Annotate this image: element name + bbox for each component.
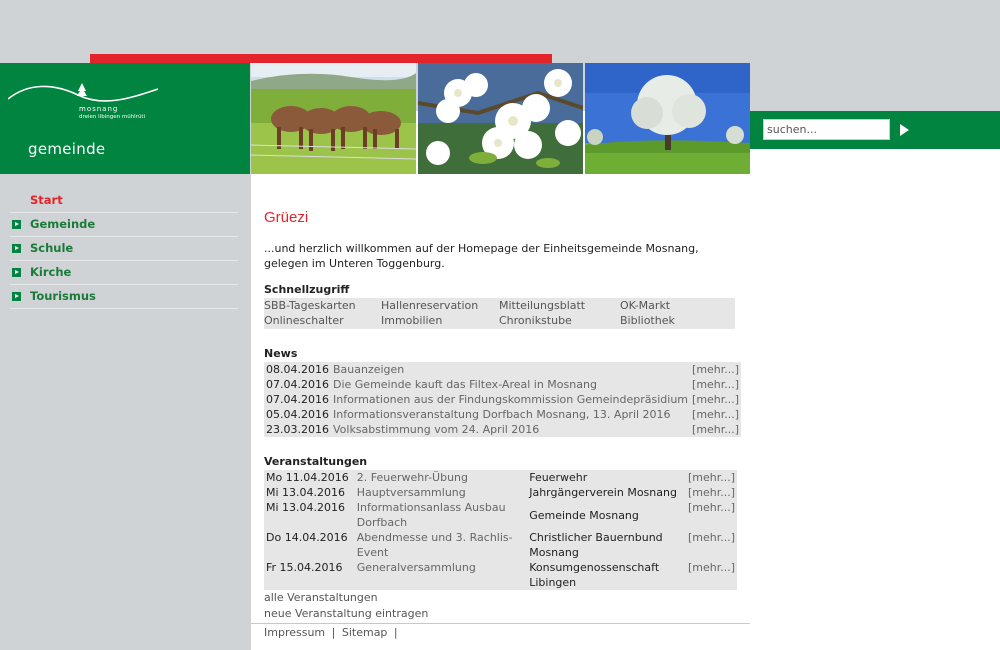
logo-tagline: dreien libingen mühlrüti — [79, 114, 146, 120]
table-row: Do 14.04.2016 Abendmesse und 3. Rachlis-… — [264, 530, 737, 560]
news-date: 07.04.2016 — [266, 393, 329, 406]
intro-line: ...und herzlich willkommen auf der Homep… — [264, 242, 699, 255]
news-title-link[interactable]: Bauanzeigen — [331, 362, 690, 377]
more-link[interactable]: [mehr...] — [690, 362, 741, 377]
impressum-link[interactable]: Impressum — [264, 626, 325, 639]
event-date: Mi 13.04.2016 — [266, 486, 346, 499]
quick-link-hallenreservation[interactable]: Hallenreservation — [381, 298, 478, 313]
quick-link-chronikstube[interactable]: Chronikstube — [499, 313, 572, 328]
more-link[interactable]: [mehr...] — [686, 470, 737, 485]
sidebar-item-label: Kirche — [30, 265, 72, 279]
quick-link-sbb[interactable]: SBB-Tageskarten — [264, 298, 356, 313]
add-event-link[interactable]: neue Veranstaltung eintragen — [264, 606, 737, 622]
news-title-link[interactable]: Die Gemeinde kauft das Filtex-Areal in M… — [331, 377, 690, 392]
more-link[interactable]: [mehr...] — [686, 485, 737, 500]
cows-photo — [251, 63, 416, 174]
more-link[interactable]: [mehr...] — [690, 377, 741, 392]
news-table: 08.04.2016 Bauanzeigen [mehr...] 07.04.2… — [264, 362, 742, 437]
search-input[interactable] — [763, 119, 890, 140]
event-organizer: Gemeinde Mosnang — [529, 508, 639, 522]
sidebar-item-kirche[interactable]: Kirche — [10, 261, 238, 285]
event-date: Do 14.04.2016 — [266, 531, 348, 544]
news-date: 07.04.2016 — [266, 378, 329, 391]
logo-wordmark: gemeinde — [28, 140, 106, 158]
more-link[interactable]: [mehr...] — [690, 392, 741, 407]
news-title-link[interactable]: Informationsveranstaltung Dorfbach Mosna… — [331, 407, 690, 422]
search-bar — [750, 111, 1000, 149]
main-content: Grüezi ...und herzlich willkommen auf de… — [264, 209, 742, 622]
news-date: 05.04.2016 — [266, 408, 329, 421]
sidebar-item-label: Gemeinde — [30, 217, 96, 231]
event-title-link[interactable]: 2. Feuerwehr-Übung — [355, 470, 527, 485]
event-organizer: Konsumgenossenschaft Libingen — [529, 561, 660, 589]
footer-separator: | — [331, 626, 336, 639]
red-accent-bar — [90, 54, 552, 63]
event-title-link[interactable]: Hauptversammlung — [355, 485, 527, 500]
sidebar-item-gemeinde[interactable]: Gemeinde — [10, 213, 238, 237]
table-row: Fr 15.04.2016 Generalversammlung Konsumg… — [264, 560, 737, 590]
blossom-photo — [418, 63, 583, 174]
event-date: Fr 15.04.2016 — [266, 561, 343, 574]
quick-access-grid: SBB-Tageskarten Hallenreservation Mittei… — [264, 298, 735, 329]
intro-line: gelegen im Unteren Toggenburg. — [264, 257, 445, 270]
arrow-right-icon — [12, 244, 21, 253]
sidebar-nav: Start Gemeinde Schule Kirche Tourismus — [10, 189, 238, 309]
more-link[interactable]: [mehr...] — [686, 500, 737, 530]
news-title-link[interactable]: Informationen aus der Findungskommission… — [331, 392, 690, 407]
table-row: Mo 11.04.2016 2. Feuerwehr-Übung Feuerwe… — [264, 470, 737, 485]
page-title: Grüezi — [264, 209, 309, 226]
news-title: News — [264, 347, 298, 360]
sidebar-item-label: Tourismus — [30, 289, 96, 303]
event-date: Mi 13.04.2016 — [266, 501, 346, 514]
quick-link-mitteilungsblatt[interactable]: Mitteilungsblatt — [499, 298, 585, 313]
quick-link-immobilien[interactable]: Immobilien — [381, 313, 442, 328]
event-title-link[interactable]: Generalversammlung — [355, 560, 527, 590]
table-row: Mi 13.04.2016 Hauptversammlung Jahrgänge… — [264, 485, 737, 500]
news-date: 08.04.2016 — [266, 363, 329, 376]
intro-text: ...und herzlich willkommen auf der Homep… — [264, 241, 737, 271]
events-title: Veranstaltungen — [264, 455, 368, 468]
event-organizer: Jahrgängerverein Mosnang — [529, 486, 677, 499]
more-link[interactable]: [mehr...] — [690, 422, 741, 437]
hill-logo-icon — [8, 83, 158, 102]
more-link[interactable]: [mehr...] — [686, 530, 737, 560]
table-row: 05.04.2016 Informationsveranstaltung Dor… — [264, 407, 741, 422]
footer-separator: | — [393, 626, 398, 639]
event-title-link[interactable]: Abendmesse und 3. Rachlis-Event — [355, 530, 527, 560]
sidebar-item-start[interactable]: Start — [10, 189, 238, 213]
tree-photo — [585, 63, 750, 174]
event-title-link[interactable]: Informationsanlass Ausbau Dorfbach — [355, 500, 527, 530]
more-link[interactable]: [mehr...] — [690, 407, 741, 422]
arrow-right-icon — [12, 220, 21, 229]
sidebar-item-label: Start — [30, 193, 63, 207]
quick-access-title: Schnellzugriff — [264, 283, 350, 296]
search-submit-arrow-icon[interactable] — [898, 123, 912, 137]
event-date: Mo 11.04.2016 — [266, 471, 349, 484]
sitemap-link[interactable]: Sitemap — [342, 626, 388, 639]
table-row: Mi 13.04.2016 Informationsanlass Ausbau … — [264, 500, 737, 530]
arrow-right-icon — [12, 292, 21, 301]
logo-name: mosnang — [79, 105, 119, 113]
table-row: 07.04.2016 Die Gemeinde kauft das Filtex… — [264, 377, 741, 392]
arrow-right-icon — [12, 268, 21, 277]
table-row: 23.03.2016 Volksabstimmung vom 24. April… — [264, 422, 741, 437]
logo[interactable]: mosnang dreien libingen mühlrüti gemeind… — [0, 63, 250, 174]
sidebar-item-schule[interactable]: Schule — [10, 237, 238, 261]
event-organizer: Christlicher Bauernbund Mosnang — [529, 531, 663, 559]
quick-link-bibliothek[interactable]: Bibliothek — [620, 313, 675, 328]
quick-link-ok-markt[interactable]: OK-Markt — [620, 298, 670, 313]
sidebar-item-label: Schule — [30, 241, 74, 255]
all-events-link[interactable]: alle Veranstaltungen — [264, 590, 737, 606]
footer: Impressum | Sitemap | — [264, 626, 401, 639]
table-row: 08.04.2016 Bauanzeigen [mehr...] — [264, 362, 741, 377]
footer-divider — [251, 623, 750, 624]
more-link[interactable]: [mehr...] — [686, 560, 737, 590]
event-organizer: Feuerwehr — [529, 471, 588, 484]
quick-link-onlineschalter[interactable]: Onlineschalter — [264, 313, 344, 328]
events-table: Mo 11.04.2016 2. Feuerwehr-Übung Feuerwe… — [264, 470, 737, 590]
news-date: 23.03.2016 — [266, 423, 329, 436]
news-title-link[interactable]: Volksabstimmung vom 24. April 2016 — [331, 422, 690, 437]
table-row: 07.04.2016 Informationen aus der Findung… — [264, 392, 741, 407]
sidebar-item-tourismus[interactable]: Tourismus — [10, 285, 238, 309]
